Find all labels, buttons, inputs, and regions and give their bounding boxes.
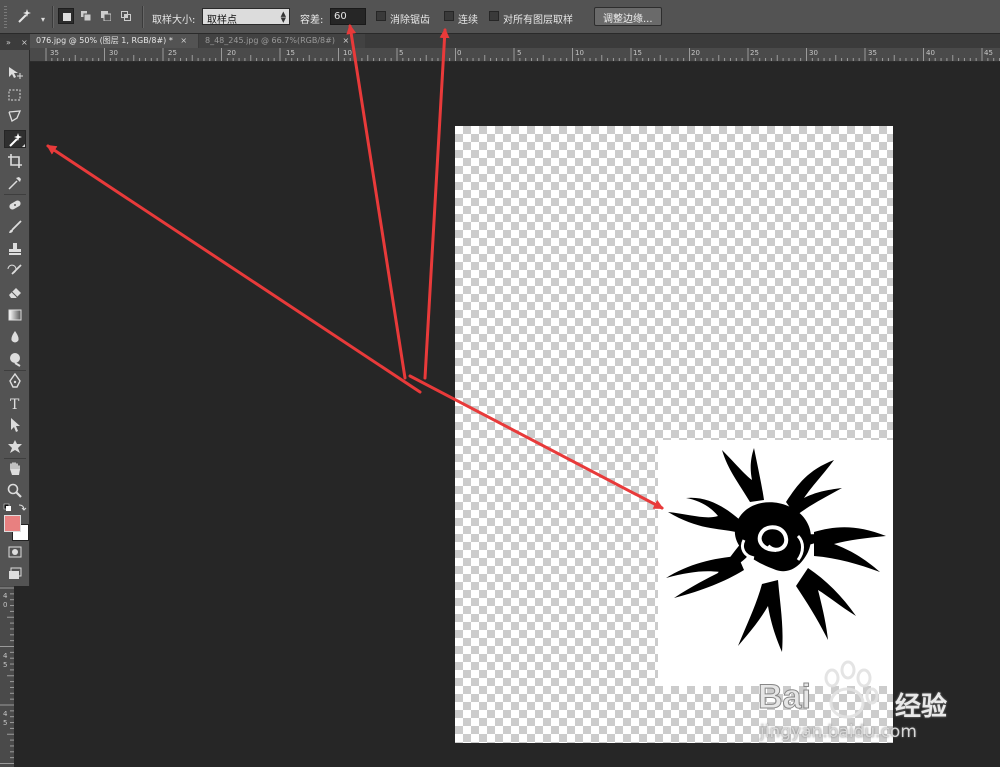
arrow-to-tolerance [346,24,407,380]
watermark-product: 经验 [895,692,948,722]
arrow-to-magic-wand [46,144,422,394]
watermark-brand: Bai [758,678,811,716]
annotation-arrows [46,24,664,510]
watermark-url: jingyan.baidu.com [760,722,917,742]
arrow-to-contiguous [423,28,450,380]
arrow-to-canvas [408,374,664,510]
